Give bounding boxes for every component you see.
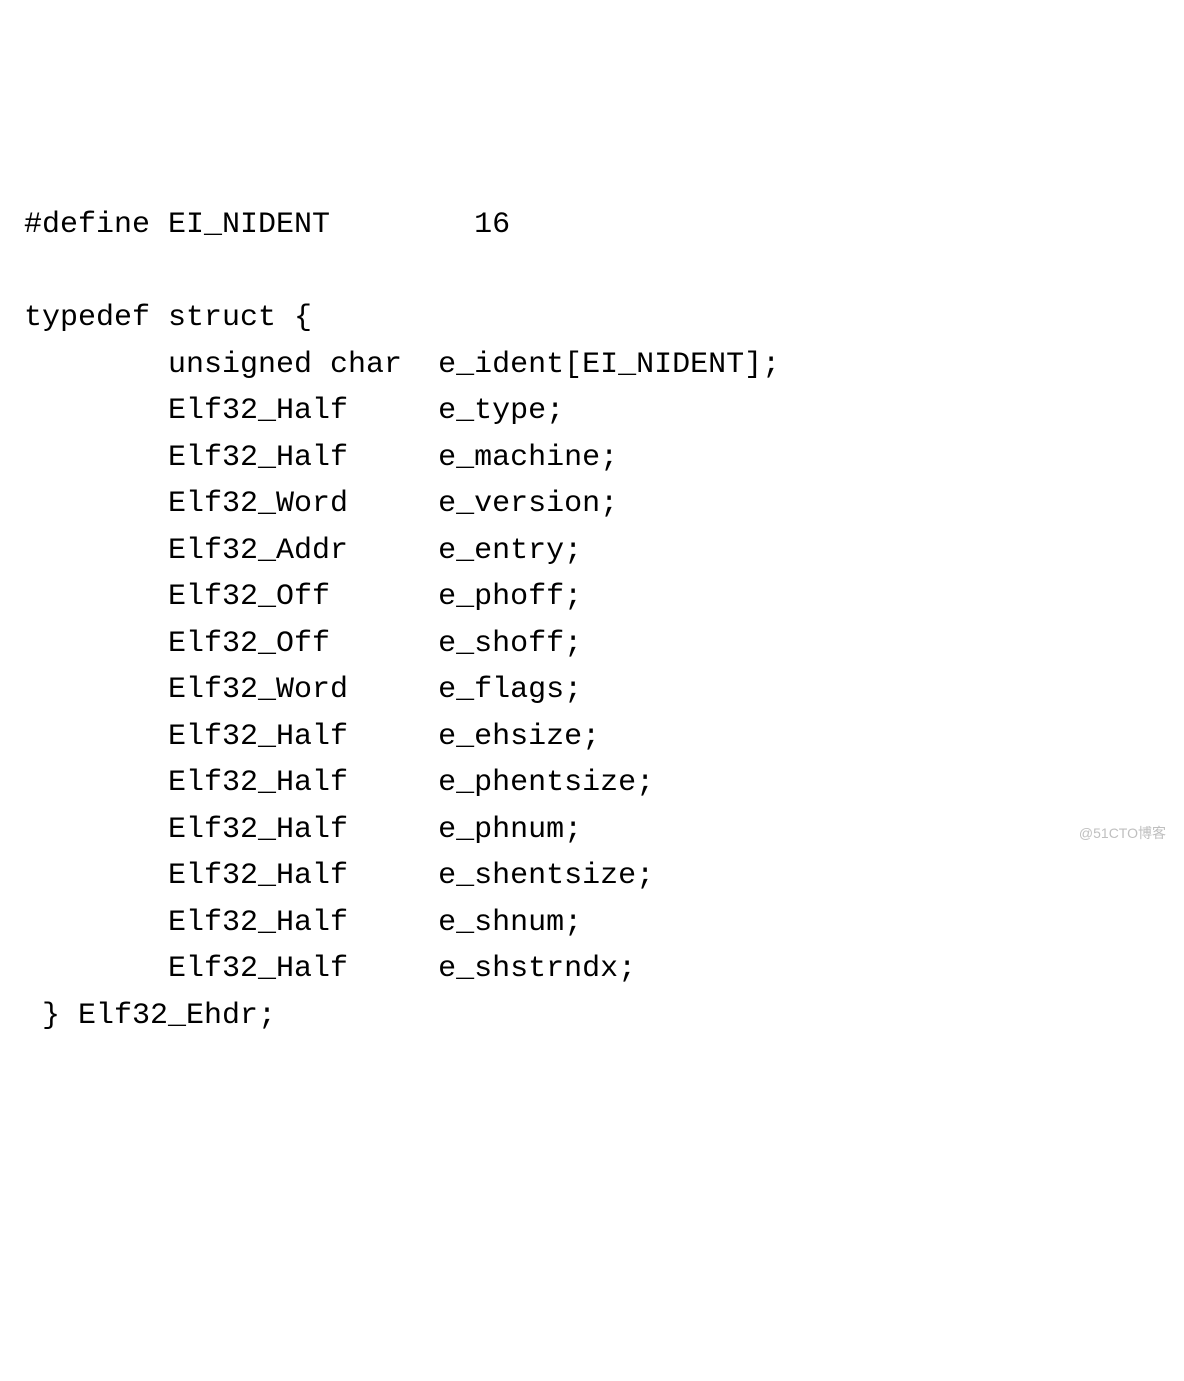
- define-line: #define EI_NIDENT 16: [24, 208, 510, 242]
- watermark: @51CTO博客: [1079, 823, 1166, 845]
- typedef-close: } Elf32_Ehdr;: [24, 999, 276, 1033]
- struct-members: unsigned char e_ident[EI_NIDENT]; Elf32_…: [24, 348, 780, 987]
- typedef-open: typedef struct {: [24, 301, 312, 335]
- code-block: #define EI_NIDENT 16 typedef struct { un…: [24, 202, 1160, 1039]
